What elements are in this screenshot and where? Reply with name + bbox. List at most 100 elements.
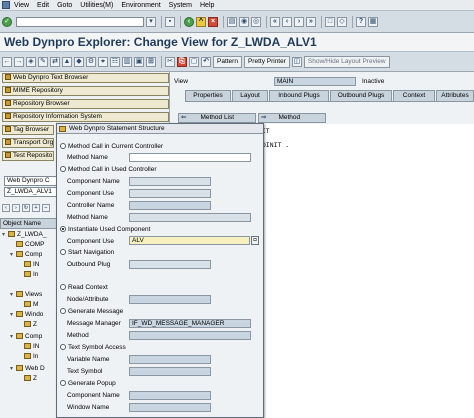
radio-method-call-current[interactable]: Method Call in Current Controller [60,143,163,151]
paste-icon[interactable]: ▢ [189,56,199,67]
layout-preview-button[interactable]: Show/Hide Layout Preview [303,55,390,68]
controller-name-input[interactable] [129,201,211,210]
display-object-list-icon[interactable]: ▥ [122,56,132,67]
nav-repository-information-system[interactable]: Repository Information System [2,112,169,122]
radio-text-symbol-access[interactable]: Text Symbol Access [60,344,126,352]
menu-goto[interactable]: Goto [57,2,72,9]
test-icon[interactable]: ⚙ [86,56,96,67]
radio-button[interactable] [60,380,66,386]
radio-start-navigation[interactable]: Start Navigation [60,249,114,257]
radio-button[interactable] [60,143,66,149]
tree-node[interactable]: ▾ Comp [10,250,42,260]
object-type-select[interactable]: Web Dynpro C [4,176,58,186]
radio-button[interactable] [60,344,66,350]
code-editor[interactable] [254,124,474,418]
where-used-icon[interactable]: ⌖ [98,56,108,67]
tree-node[interactable]: Z [18,374,37,384]
component-use-input[interactable] [129,189,211,198]
command-field[interactable] [16,16,144,27]
sap-menu-icon[interactable] [2,1,10,9]
nav-repository-browser[interactable]: Repository Browser [2,99,169,109]
pretty-printer-button[interactable]: Pretty Printer [243,55,290,68]
save-icon[interactable]: ▪ [165,16,175,27]
object-name-column-header[interactable]: Object Name [0,218,60,229]
check-icon[interactable]: ▲ [62,56,72,67]
message-manager-input[interactable]: IF_WD_MESSAGE_MANAGER [129,319,251,328]
tree-node[interactable]: ▾ Web D [10,364,45,374]
command-dropdown-icon[interactable]: ▾ [146,16,156,27]
other-object-icon[interactable]: ◈ [26,56,36,67]
first-page-icon[interactable]: « [270,16,280,27]
next-page-icon[interactable]: › [294,16,304,27]
cut-icon[interactable]: ✂ [165,56,175,67]
menu-utilities[interactable]: Utilities(M) [80,2,113,9]
menu-edit[interactable]: Edit [37,2,49,9]
tree-node[interactable]: ▾ Views [10,290,42,300]
previous-page-icon[interactable]: ‹ [282,16,292,27]
nav-collapse-icon[interactable]: − [42,204,50,212]
tab-inbound-plugs[interactable]: Inbound Plugs [269,90,329,101]
find-icon[interactable]: ◉ [239,16,249,27]
undo-icon[interactable]: ↶ [201,56,211,67]
tree-node[interactable]: In [18,270,38,280]
radio-button[interactable] [60,284,66,290]
nav-mime-repository[interactable]: MIME Repository [2,86,169,96]
node-attribute-input[interactable] [129,295,211,304]
component-use-instantiate-input[interactable]: ALV [129,236,250,245]
pattern-button[interactable]: Pattern [213,55,242,68]
layout-menu-icon[interactable]: ▦ [368,16,378,27]
nav-web-dynpro-text-browser[interactable]: Web Dynpro Text Browser [2,73,169,83]
new-session-icon[interactable]: □ [325,16,335,27]
tree-node[interactable]: COMP [10,240,45,250]
popup-component-name-input[interactable] [129,391,211,400]
hierarchy-icon[interactable]: ☷ [110,56,120,67]
tree-node[interactable]: IN [18,342,40,352]
help-icon[interactable]: ? [356,16,366,27]
component-name-input[interactable] [129,177,211,186]
menu-environment[interactable]: Environment [121,2,160,9]
radio-button[interactable] [60,249,66,255]
tree-node[interactable]: ▾ Comp [10,332,42,342]
nav-up-icon[interactable]: ‹ [2,204,10,212]
radio-method-call-used[interactable]: Method Call in Used Controller [60,166,157,174]
back-arrow-icon[interactable]: ← [2,56,12,67]
display-change-icon[interactable]: ✎ [38,56,48,67]
radio-button-selected[interactable] [60,226,66,232]
value-help-icon[interactable]: ◘ [251,236,259,245]
find-next-icon[interactable]: ◎ [251,16,261,27]
nav-expand-icon[interactable]: + [32,204,40,212]
nav-refresh-icon[interactable]: ↻ [22,204,30,212]
shortcut-icon[interactable]: ◇ [337,16,347,27]
tab-outbound-plugs[interactable]: Outbound Plugs [330,90,392,101]
nav-test-repository[interactable]: Test Reposito [2,151,54,161]
print-icon[interactable]: ▤ [227,16,237,27]
tab-properties[interactable]: Properties [185,90,231,101]
radio-generate-popup[interactable]: Generate Popup [60,380,116,388]
nav-down-icon[interactable]: › [12,204,20,212]
tree-node[interactable]: ▾ Windo [10,310,43,320]
tree-node[interactable]: In [18,352,38,362]
active-inactive-icon[interactable]: ⇄ [50,56,60,67]
menu-system[interactable]: System [169,2,192,9]
menu-view[interactable]: View [14,2,29,9]
radio-instantiate-used-component[interactable]: Instantiate Used Component [60,226,150,234]
tree-node[interactable]: IN [18,260,40,270]
menu-help[interactable]: Help [200,2,214,9]
message-method-input[interactable] [129,331,251,340]
nav-tag-browser[interactable]: Tag Browser [2,125,54,135]
fullscreen-icon[interactable]: ⊞ [146,56,156,67]
radio-button[interactable] [60,166,66,172]
method-name-used-input[interactable] [129,213,251,222]
forward-arrow-icon[interactable]: → [14,56,24,67]
last-page-icon[interactable]: » [306,16,316,27]
copy-icon[interactable]: ⎘ [177,56,187,67]
method-list-button[interactable]: ⇐ Method List [178,113,256,123]
variable-name-input[interactable] [129,355,211,364]
window-name-input[interactable] [129,403,211,412]
method-button[interactable]: ⇒ Method [258,113,326,123]
navigation-window-icon[interactable]: ▣ [134,56,144,67]
method-name-input[interactable] [129,153,251,162]
tab-attributes[interactable]: Attributes [436,90,474,101]
view-name-field[interactable]: MAIN [274,77,356,86]
activate-icon[interactable]: ◆ [74,56,84,67]
